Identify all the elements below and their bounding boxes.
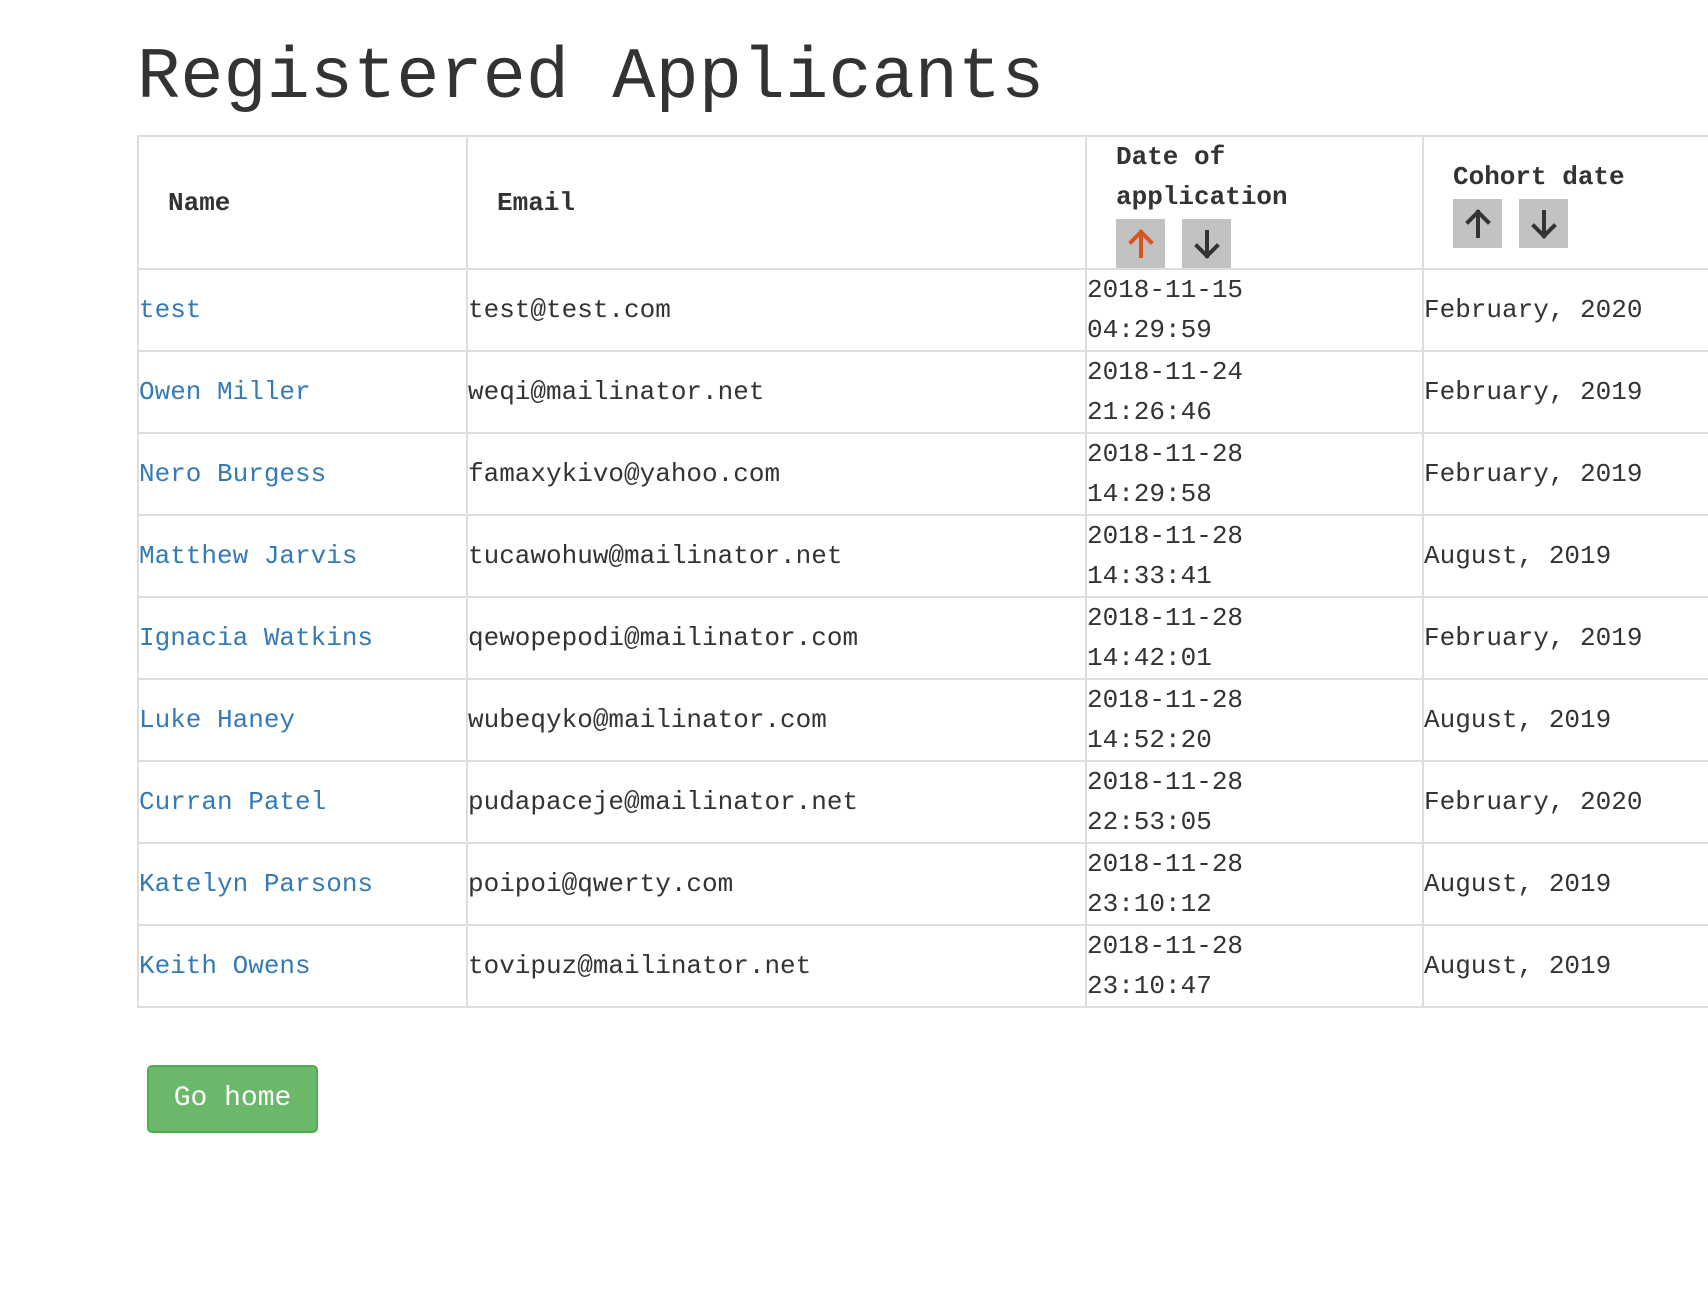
email-cell: weqi@mailinator.net xyxy=(466,350,1087,434)
cohort-cell: August, 2019 xyxy=(1422,924,1708,1008)
application-time: 14:33:41 xyxy=(1087,561,1212,591)
cohort-cell: February, 2019 xyxy=(1422,432,1708,516)
cohort-cell: February, 2019 xyxy=(1422,596,1708,680)
header-email: Email xyxy=(466,135,1087,270)
table-row: Ignacia Watkins qewopepodi@mailinator.co… xyxy=(137,596,1708,680)
applicant-name-link[interactable]: Matthew Jarvis xyxy=(139,541,357,571)
date-cell: 2018-11-28 23:10:12 xyxy=(1085,842,1424,926)
application-date: 2018-11-28 xyxy=(1087,767,1244,797)
application-date: 2018-11-28 xyxy=(1087,603,1244,633)
cohort-cell: February, 2020 xyxy=(1422,268,1708,352)
email-cell: test@test.com xyxy=(466,268,1087,352)
header-date-of-application-label: Date of application xyxy=(1116,142,1288,212)
application-time: 04:29:59 xyxy=(1087,315,1212,345)
application-date: 2018-11-24 xyxy=(1087,357,1244,387)
date-cell: 2018-11-28 23:10:47 xyxy=(1085,924,1424,1008)
application-time: 23:10:47 xyxy=(1087,971,1212,1001)
application-date: 2018-11-15 xyxy=(1087,275,1244,305)
table-row: Matthew Jarvis tucawohuw@mailinator.net … xyxy=(137,514,1708,598)
header-cohort-date-label: Cohort date xyxy=(1453,162,1625,192)
applicants-table: Name Email Date of application Cohort da… xyxy=(137,135,1708,1008)
arrow-down-icon xyxy=(1530,209,1558,239)
name-cell: Matthew Jarvis xyxy=(137,514,468,598)
name-cell: Ignacia Watkins xyxy=(137,596,468,680)
header-name: Name xyxy=(137,135,468,270)
cohort-cell: August, 2019 xyxy=(1422,514,1708,598)
applicant-name-link[interactable]: Curran Patel xyxy=(139,787,326,817)
header-cohort-date: Cohort date xyxy=(1422,135,1708,270)
cohort-cell: February, 2019 xyxy=(1422,350,1708,434)
email-cell: poipoi@qwerty.com xyxy=(466,842,1087,926)
table-row: Curran Patel pudapaceje@mailinator.net 2… xyxy=(137,760,1708,844)
date-sort-controls xyxy=(1116,219,1412,268)
date-cell: 2018-11-28 14:42:01 xyxy=(1085,596,1424,680)
go-home-button[interactable]: Go home xyxy=(147,1065,318,1133)
sort-cohort-ascending-button[interactable] xyxy=(1453,199,1502,248)
applicant-name-link[interactable]: Owen Miller xyxy=(139,377,311,407)
date-cell: 2018-11-24 21:26:46 xyxy=(1085,350,1424,434)
cohort-cell: February, 2020 xyxy=(1422,760,1708,844)
sort-date-ascending-button[interactable] xyxy=(1116,219,1165,268)
email-cell: tucawohuw@mailinator.net xyxy=(466,514,1087,598)
name-cell: Keith Owens xyxy=(137,924,468,1008)
application-time: 23:10:12 xyxy=(1087,889,1212,919)
application-time: 21:26:46 xyxy=(1087,397,1212,427)
applicant-name-link[interactable]: Nero Burgess xyxy=(139,459,326,489)
table-header-row: Name Email Date of application Cohort da… xyxy=(137,135,1708,270)
table-row: Nero Burgess famaxykivo@yahoo.com 2018-1… xyxy=(137,432,1708,516)
table-row: Luke Haney wubeqyko@mailinator.com 2018-… xyxy=(137,678,1708,762)
email-cell: wubeqyko@mailinator.com xyxy=(466,678,1087,762)
applicant-name-link[interactable]: Ignacia Watkins xyxy=(139,623,373,653)
email-cell: pudapaceje@mailinator.net xyxy=(466,760,1087,844)
application-time: 22:53:05 xyxy=(1087,807,1212,837)
email-cell: famaxykivo@yahoo.com xyxy=(466,432,1087,516)
date-cell: 2018-11-28 14:33:41 xyxy=(1085,514,1424,598)
sort-date-descending-button[interactable] xyxy=(1182,219,1231,268)
header-date-of-application: Date of application xyxy=(1085,135,1424,270)
sort-cohort-descending-button[interactable] xyxy=(1519,199,1568,248)
email-cell: tovipuz@mailinator.net xyxy=(466,924,1087,1008)
date-cell: 2018-11-28 14:52:20 xyxy=(1085,678,1424,762)
applicant-name-link[interactable]: Keith Owens xyxy=(139,951,311,981)
application-date: 2018-11-28 xyxy=(1087,931,1244,961)
applicant-name-link[interactable]: Luke Haney xyxy=(139,705,295,735)
name-cell: test xyxy=(137,268,468,352)
application-date: 2018-11-28 xyxy=(1087,685,1244,715)
application-time: 14:29:58 xyxy=(1087,479,1212,509)
name-cell: Luke Haney xyxy=(137,678,468,762)
application-time: 14:42:01 xyxy=(1087,643,1212,673)
application-date: 2018-11-28 xyxy=(1087,849,1244,879)
application-date: 2018-11-28 xyxy=(1087,439,1244,469)
table-row: Keith Owens tovipuz@mailinator.net 2018-… xyxy=(137,924,1708,1008)
application-time: 14:52:20 xyxy=(1087,725,1212,755)
cohort-sort-controls xyxy=(1453,199,1708,248)
page: Registered Applicants Name Email Date of… xyxy=(137,0,1708,1133)
arrow-down-icon xyxy=(1193,229,1221,259)
cohort-cell: August, 2019 xyxy=(1422,842,1708,926)
arrow-up-icon xyxy=(1127,228,1155,259)
table-row: test test@test.com 2018-11-15 04:29:59 Fe… xyxy=(137,268,1708,352)
date-cell: 2018-11-28 14:29:58 xyxy=(1085,432,1424,516)
application-date: 2018-11-28 xyxy=(1087,521,1244,551)
cohort-cell: August, 2019 xyxy=(1422,678,1708,762)
name-cell: Owen Miller xyxy=(137,350,468,434)
name-cell: Nero Burgess xyxy=(137,432,468,516)
date-cell: 2018-11-15 04:29:59 xyxy=(1085,268,1424,352)
arrow-up-icon xyxy=(1464,208,1492,239)
applicant-name-link[interactable]: Katelyn Parsons xyxy=(139,869,373,899)
table-row: Katelyn Parsons poipoi@qwerty.com 2018-1… xyxy=(137,842,1708,926)
name-cell: Katelyn Parsons xyxy=(137,842,468,926)
applicant-name-link[interactable]: test xyxy=(139,295,201,325)
name-cell: Curran Patel xyxy=(137,760,468,844)
page-title: Registered Applicants xyxy=(137,37,1045,119)
email-cell: qewopepodi@mailinator.com xyxy=(466,596,1087,680)
table-row: Owen Miller weqi@mailinator.net 2018-11-… xyxy=(137,350,1708,434)
date-cell: 2018-11-28 22:53:05 xyxy=(1085,760,1424,844)
